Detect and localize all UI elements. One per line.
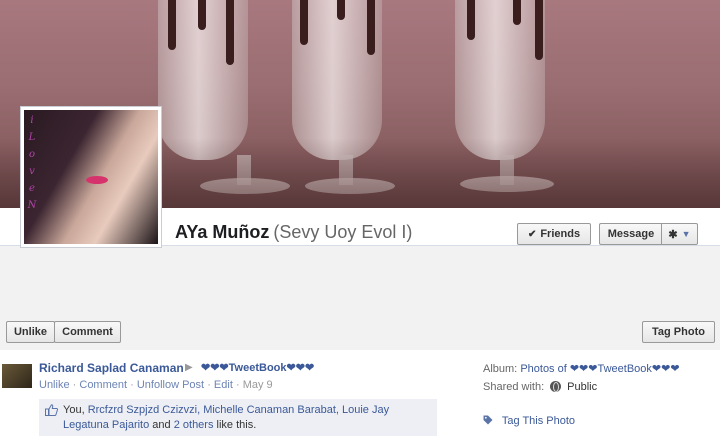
profile-name[interactable]: AYa Muñoz (Sevy Uoy Evol I)	[175, 222, 412, 243]
separator: ·	[235, 379, 243, 391]
friends-button[interactable]: ✔ Friends	[517, 223, 591, 245]
tag-photo-button[interactable]: Tag Photo	[642, 321, 715, 343]
tag-this-photo-link[interactable]: Tag This Photo	[502, 415, 575, 427]
milkshake-glass-image	[292, 0, 382, 160]
post-actions: Unlike · Comment · Unfollow Post · Edit …	[39, 379, 273, 391]
tag-photo-button-label: Tag Photo	[652, 326, 705, 338]
message-button[interactable]: Message	[599, 223, 662, 245]
poster-name-link[interactable]: Richard Saplad Canaman	[39, 361, 184, 375]
album-info: Album: Photos of ❤❤❤TweetBook❤❤❤	[483, 362, 680, 375]
likes-others-link[interactable]: 2 others	[174, 419, 214, 431]
unfollow-post-link[interactable]: Unfollow Post	[137, 379, 204, 391]
gear-menu-button[interactable]: ✱ ▼	[661, 223, 698, 245]
likes-and: and	[152, 419, 171, 431]
separator: ·	[130, 379, 137, 391]
comment-button-label: Comment	[62, 326, 113, 338]
avatar[interactable]	[2, 364, 32, 388]
separator: ·	[207, 379, 214, 391]
tag-icon	[483, 415, 493, 425]
arrow-right-icon: ▶	[185, 362, 193, 373]
edit-link[interactable]: Edit	[214, 379, 233, 391]
shared-with-label: Shared with:	[483, 381, 545, 393]
shared-with-info: Shared with: Public	[483, 381, 597, 393]
checkmark-icon: ✔	[527, 228, 537, 240]
comment-button[interactable]: Comment	[54, 321, 121, 343]
profile-alternate-name: (Sevy Uoy Evol I)	[273, 222, 413, 242]
post-date: May 9	[242, 379, 273, 391]
milkshake-glass-image	[158, 0, 248, 160]
message-button-label: Message	[607, 228, 655, 240]
target-page-link[interactable]: ❤❤❤TweetBook❤❤❤	[201, 361, 314, 374]
likes-suffix: like this.	[216, 419, 257, 431]
album-label: Album:	[483, 363, 518, 375]
gear-icon: ✱	[668, 228, 678, 241]
globe-icon	[550, 381, 562, 392]
friends-button-label: Friends	[540, 228, 581, 240]
album-link[interactable]: Photos of ❤❤❤TweetBook❤❤❤	[520, 363, 679, 375]
milkshake-glass-image	[455, 0, 545, 160]
profile-picture-overlay-text: i L o v e N	[27, 115, 37, 211]
privacy-value[interactable]: Public	[567, 381, 597, 393]
unlike-link[interactable]: Unlike	[39, 379, 70, 391]
comment-link[interactable]: Comment	[79, 379, 127, 391]
thumbs-up-icon	[45, 404, 58, 416]
unlike-button-label: Unlike	[13, 326, 47, 338]
profile-picture[interactable]: i L o v e N	[20, 106, 162, 248]
chevron-down-icon: ▼	[681, 229, 691, 239]
profile-name-text[interactable]: AYa Muñoz	[175, 222, 269, 242]
unlike-button[interactable]: Unlike	[6, 321, 55, 343]
tag-this-photo-row[interactable]: Tag This Photo	[483, 415, 575, 427]
likes-you: You,	[63, 404, 85, 416]
likes-box: You, Rrcfzrd Szpjzd Czizvzi, Michelle Ca…	[39, 399, 437, 436]
